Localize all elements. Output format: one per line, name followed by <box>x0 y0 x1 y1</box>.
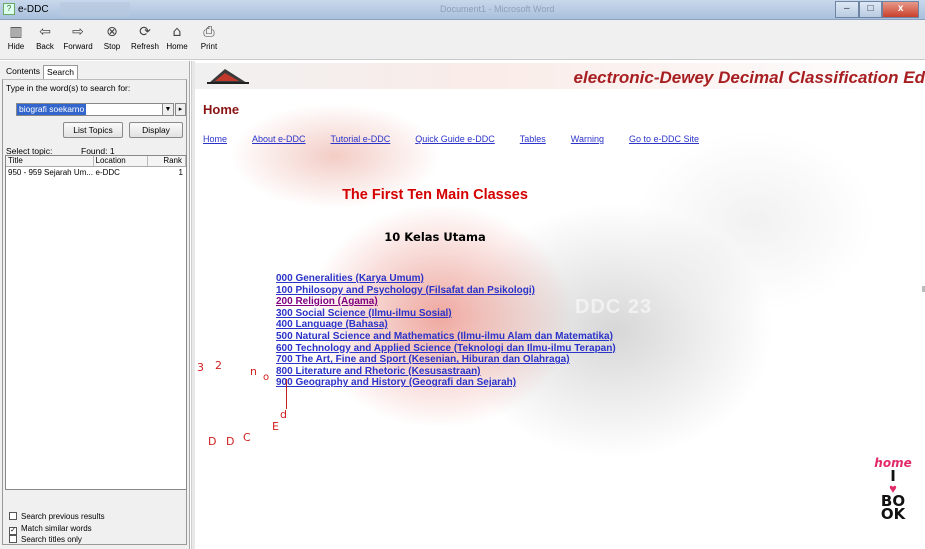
stray-char: 2 <box>215 359 222 372</box>
results-list[interactable]: Title Location Rank 950 - 959 Sejarah Um… <box>5 155 187 490</box>
stray-char: E <box>272 420 279 433</box>
search-previous-checkbox[interactable]: Search previous results <box>9 512 105 521</box>
refresh-button[interactable]: ⟳ Refresh <box>128 22 162 58</box>
forward-button[interactable]: ⇨ Forward <box>59 22 97 58</box>
stray-char: D <box>208 435 217 448</box>
stray-char: o <box>263 372 270 383</box>
match-similar-checkbox[interactable]: ✓ Match similar words <box>9 524 92 535</box>
class-link-300[interactable]: 300 Social Science (Ilmu-ilmu Sosial) <box>276 308 616 320</box>
window-titlebar: ? e-DDC Document1 - Microsoft Word – □ x <box>0 0 925 20</box>
print-button[interactable]: ⎙ Print <box>197 22 221 58</box>
tab-contents[interactable]: Contents <box>3 65 43 79</box>
top-nav: Home About e-DDC Tutorial e-DDC Quick Gu… <box>203 134 724 144</box>
hide-icon: ▥ <box>9 24 23 40</box>
back-arrow-icon: ⇦ <box>39 24 51 40</box>
results-header: Title Location Rank <box>6 156 186 167</box>
stop-icon: ⊗ <box>106 24 118 40</box>
main-classes-title: The First Ten Main Classes <box>342 187 528 203</box>
maximize-button[interactable]: □ <box>858 1 883 18</box>
brand-title: electronic-Dewey Decimal Classification … <box>573 68 925 87</box>
result-row[interactable]: 950 - 959 Sejarah Um... e-DDC 1 <box>6 167 186 178</box>
checkbox-box <box>9 535 17 543</box>
class-link-200[interactable]: 200 Religion (Agama) <box>276 296 616 308</box>
nav-tables[interactable]: Tables <box>520 134 546 144</box>
back-button[interactable]: ⇦ Back <box>31 22 59 58</box>
search-input[interactable]: biografi soekarno <box>16 103 164 116</box>
class-link-600[interactable]: 600 Technology and Applied Science (Tekn… <box>276 343 616 355</box>
list-topics-button[interactable]: List Topics <box>63 122 123 138</box>
hide-button[interactable]: ▥ Hide <box>3 22 29 58</box>
class-link-800[interactable]: 800 Literature and Rhetoric (Kesusastraa… <box>276 366 616 378</box>
navigation-pane: Contents Search Type in the word(s) to s… <box>0 61 190 549</box>
background-window-title: Document1 - Microsoft Word <box>440 4 555 14</box>
result-location: e-DDC <box>95 168 120 177</box>
result-title: 950 - 959 Sejarah Um... <box>8 168 93 177</box>
stop-button[interactable]: ⊗ Stop <box>99 22 125 58</box>
help-app-icon: ? <box>3 3 15 15</box>
stray-line <box>286 379 287 409</box>
window-title: e-DDC <box>18 4 49 15</box>
home-icon: ⌂ <box>172 24 182 40</box>
refresh-icon: ⟳ <box>139 24 151 40</box>
nav-quick-guide[interactable]: Quick Guide e-DDC <box>415 134 495 144</box>
class-link-400[interactable]: 400 Language (Bahasa) <box>276 319 616 331</box>
column-location[interactable]: Location <box>94 156 149 166</box>
forward-arrow-icon: ⇨ <box>72 24 84 40</box>
column-rank[interactable]: Rank <box>148 156 186 166</box>
nav-go-to-site[interactable]: Go to e-DDC Site <box>629 134 699 144</box>
class-link-100[interactable]: 100 Philosopy and Psychology (Filsafat d… <box>276 285 616 297</box>
stray-char: d <box>280 408 287 421</box>
close-button[interactable]: x <box>882 1 920 18</box>
page-title: Home <box>203 102 240 117</box>
search-go-arrow[interactable]: ▸ <box>175 103 186 116</box>
main-classes-subtitle: 10 Kelas Utama <box>384 230 486 244</box>
taskbar-blur <box>60 2 130 17</box>
nav-about[interactable]: About e-DDC <box>252 134 306 144</box>
stray-char: n <box>250 365 257 378</box>
home-button[interactable]: ⌂ Home <box>163 22 191 58</box>
ddc-logo-icon <box>207 69 249 84</box>
window-controls: – □ x <box>835 1 920 18</box>
checkbox-box-checked: ✓ <box>9 527 17 535</box>
home-i-love-book-badge: home I ♥ BO OK <box>865 456 921 538</box>
class-link-500[interactable]: 500 Natural Science and Mathematics (Ilm… <box>276 331 616 343</box>
checkbox-box <box>9 512 17 520</box>
class-link-900[interactable]: 900 Geography and History (Geografi dan … <box>276 377 616 389</box>
titles-only-checkbox[interactable]: Search titles only <box>9 535 82 544</box>
print-icon: ⎙ <box>203 24 215 40</box>
result-rank: 1 <box>178 168 183 177</box>
minimize-button[interactable]: – <box>835 1 859 18</box>
pane-tabs: Contents Search <box>3 65 78 79</box>
column-title[interactable]: Title <box>6 156 94 166</box>
class-link-700[interactable]: 700 The Art, Fine and Sport (Kesenian, H… <box>276 354 616 366</box>
display-button[interactable]: Display <box>129 122 183 138</box>
search-prompt: Type in the word(s) to search for: <box>6 83 131 93</box>
nav-home[interactable]: Home <box>203 134 227 144</box>
search-panel: Type in the word(s) to search for: biogr… <box>2 79 187 545</box>
nav-warning[interactable]: Warning <box>571 134 604 144</box>
tab-search[interactable]: Search <box>43 65 78 79</box>
stray-char: C <box>243 431 251 444</box>
content-pane: DDC 23 electronic-Dewey Decimal Classifi… <box>195 61 925 549</box>
search-history-dropdown[interactable]: ▼ <box>162 103 174 116</box>
class-list: 000 Generalities (Karya Umum) 100 Philos… <box>276 273 616 389</box>
stray-char: D <box>226 435 235 448</box>
nav-tutorial[interactable]: Tutorial e-DDC <box>331 134 391 144</box>
search-input-value: biografi soekarno <box>17 104 87 115</box>
class-link-000[interactable]: 000 Generalities (Karya Umum) <box>276 273 616 285</box>
stray-char: 3 <box>197 361 204 374</box>
toolbar: ▥ Hide ⇦ Back ⇨ Forward ⊗ Stop ⟳ Refresh… <box>0 20 925 60</box>
